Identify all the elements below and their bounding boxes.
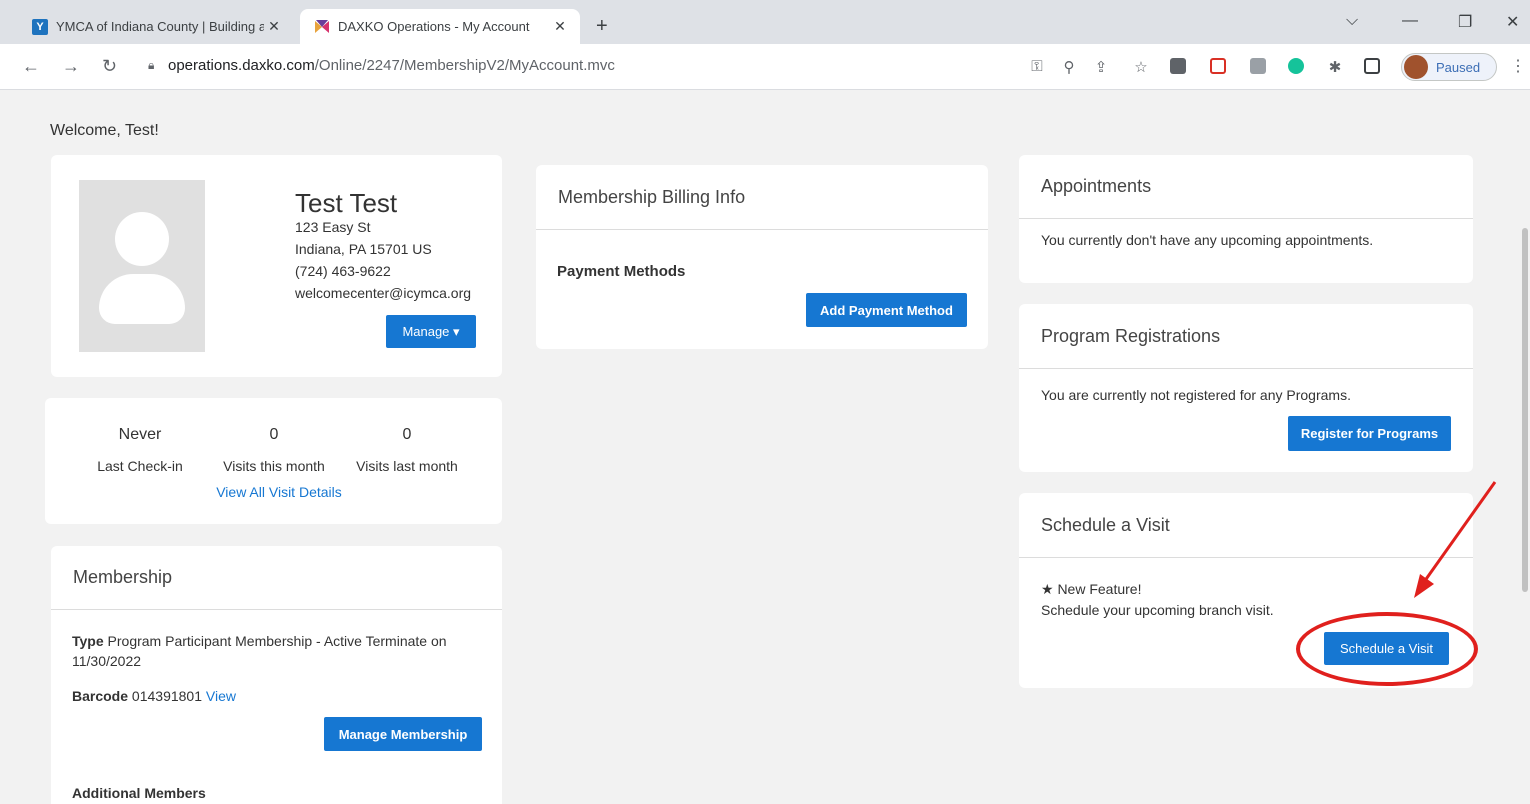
browser-toolbar: ← → ↻ 🔒︎ operations.daxko.com/Online/224… bbox=[0, 44, 1530, 90]
page-title: Welcome, Test! bbox=[50, 122, 159, 139]
visits-this-month-label: Visits this month bbox=[223, 458, 325, 474]
star-icon[interactable]: ☆ bbox=[1132, 58, 1150, 76]
last-checkin-value: Never bbox=[118, 426, 162, 443]
manage-dropdown-button[interactable]: Manage ▾ bbox=[386, 315, 476, 348]
membership-card: Membership Type Program Participant Memb… bbox=[51, 546, 502, 804]
billing-card: Membership Billing Info Payment Methods … bbox=[536, 165, 988, 349]
sidepanel-icon[interactable] bbox=[1364, 58, 1380, 74]
email: welcomecenter@icymca.org bbox=[295, 285, 472, 301]
appointments-card: Appointments You currently don't have an… bbox=[1019, 155, 1473, 283]
close-icon[interactable]: ✕ bbox=[264, 18, 284, 35]
profile-status: Paused bbox=[1436, 59, 1481, 75]
visits-this-month-value: 0 bbox=[269, 426, 279, 443]
lock-icon[interactable]: 🔒︎ bbox=[148, 58, 154, 73]
payment-methods-heading: Payment Methods bbox=[557, 263, 686, 280]
barcode: Barcode 014391801 View bbox=[72, 688, 236, 704]
url-path: /Online/2247/MembershipV2/MyAccount.mvc bbox=[314, 57, 615, 74]
daxko-icon bbox=[314, 19, 330, 35]
tab-title: YMCA of Indiana County | Building a bbox=[56, 19, 264, 34]
address-bar[interactable]: operations.daxko.com/Online/2247/Members… bbox=[168, 57, 615, 74]
extension-icon[interactable] bbox=[1170, 58, 1186, 74]
appointments-message: You currently don't have any upcoming ap… bbox=[1041, 232, 1374, 248]
key-icon[interactable]: ⚿ bbox=[1028, 58, 1046, 75]
restore-icon[interactable]: ❐ bbox=[1458, 12, 1472, 32]
pocket-icon[interactable] bbox=[1210, 58, 1226, 74]
register-programs-button[interactable]: Register for Programs bbox=[1288, 416, 1451, 451]
close-icon[interactable]: ✕ bbox=[550, 18, 570, 35]
forward-icon[interactable]: → bbox=[62, 56, 80, 77]
back-icon[interactable]: ← bbox=[22, 56, 40, 77]
manage-membership-button[interactable]: Manage Membership bbox=[324, 717, 482, 751]
phone: (724) 463-9622 bbox=[295, 263, 391, 279]
new-feature-label: ★ New Feature! bbox=[1041, 581, 1142, 597]
appointments-header: Appointments bbox=[1019, 155, 1473, 219]
window-close-icon[interactable]: ✕ bbox=[1506, 12, 1519, 32]
address-line-1: 123 Easy St bbox=[295, 219, 371, 235]
reload-icon[interactable]: ↻ bbox=[102, 56, 117, 77]
add-payment-method-button[interactable]: Add Payment Method bbox=[806, 293, 967, 327]
type-label: Type bbox=[72, 633, 104, 649]
barcode-label: Barcode bbox=[72, 688, 129, 704]
visits-card: Never Last Check-in 0 Visits this month … bbox=[45, 398, 502, 524]
address-line-2: Indiana, PA 15701 US bbox=[295, 241, 432, 257]
membership-header: Membership bbox=[51, 546, 502, 610]
profile-name: Test Test bbox=[295, 188, 398, 218]
programs-header: Program Registrations bbox=[1019, 304, 1473, 369]
type-value-continued: 11/30/2022 bbox=[72, 653, 142, 669]
view-all-visits-link[interactable]: View All Visit Details bbox=[199, 484, 359, 500]
ymca-icon: Y bbox=[32, 18, 48, 35]
type-value: Program Participant Membership - Active … bbox=[107, 633, 447, 649]
schedule-message: Schedule your upcoming branch visit. bbox=[1041, 602, 1274, 618]
new-tab-icon[interactable]: + bbox=[596, 15, 608, 38]
programs-card: Program Registrations You are currently … bbox=[1019, 304, 1473, 472]
avatar-placeholder-icon bbox=[79, 180, 205, 352]
last-checkin-label: Last Check-in bbox=[97, 458, 183, 474]
tab-title: DAXKO Operations - My Account bbox=[338, 19, 530, 34]
scrollbar-thumb[interactable] bbox=[1522, 228, 1528, 592]
billing-header: Membership Billing Info bbox=[536, 165, 988, 230]
programs-message: You are currently not registered for any… bbox=[1041, 387, 1351, 403]
browser-tabbar: Y YMCA of Indiana County | Building a ✕ … bbox=[0, 0, 1530, 44]
membership-type: Type Program Participant Membership - Ac… bbox=[72, 633, 447, 649]
tab-search-icon[interactable]: ⌵ bbox=[1346, 12, 1358, 30]
visits-last-month-value: 0 bbox=[402, 426, 412, 443]
share-icon[interactable]: ⇪ bbox=[1092, 58, 1110, 76]
barcode-value: 014391801 bbox=[131, 688, 202, 704]
additional-members-heading: Additional Members bbox=[72, 785, 206, 801]
profile-button[interactable]: Paused bbox=[1401, 53, 1497, 81]
annotation-ellipse bbox=[1296, 612, 1478, 686]
zoom-icon[interactable]: ⚲ bbox=[1060, 58, 1078, 76]
minimize-icon[interactable]: — bbox=[1402, 12, 1418, 30]
cast-icon[interactable] bbox=[1250, 58, 1266, 74]
grammarly-icon[interactable] bbox=[1288, 58, 1304, 74]
tab-daxko[interactable]: DAXKO Operations - My Account ✕ bbox=[300, 9, 580, 44]
barcode-view-link[interactable]: View bbox=[206, 688, 236, 704]
visits-last-month-label: Visits last month bbox=[356, 458, 458, 474]
url-host: operations.daxko.com bbox=[168, 57, 315, 74]
tab-ymca[interactable]: Y YMCA of Indiana County | Building a ✕ bbox=[24, 9, 294, 44]
puzzle-icon[interactable]: ✱ bbox=[1326, 58, 1344, 76]
annotation-arrow-icon bbox=[1414, 481, 1497, 598]
menu-icon[interactable]: ⋮ bbox=[1510, 56, 1526, 76]
profile-card: Test Test 123 Easy St Indiana, PA 15701 … bbox=[51, 155, 502, 377]
avatar bbox=[1404, 55, 1428, 79]
